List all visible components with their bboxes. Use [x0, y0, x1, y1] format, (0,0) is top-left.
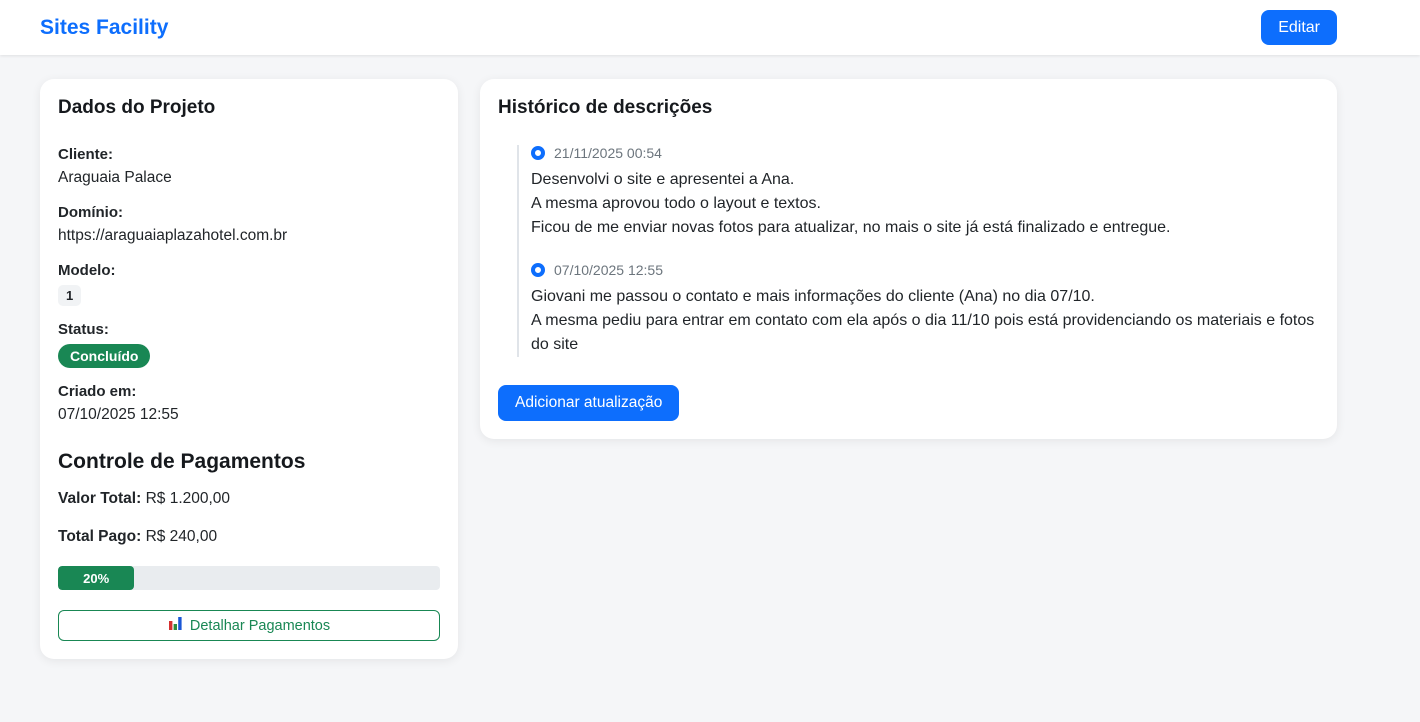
status-label: Status: — [58, 318, 440, 341]
payments-title: Controle de Pagamentos — [58, 450, 440, 474]
field-criado: Criado em: 07/10/2025 12:55 — [58, 380, 440, 426]
entry-date: 07/10/2025 12:55 — [554, 262, 663, 278]
entry-header: 21/11/2025 00:54 — [531, 145, 1319, 161]
payment-progress-bar: 20% — [58, 566, 440, 590]
total-pago-line: Total Pago: R$ 240,00 — [58, 528, 440, 546]
history-card-title: Histórico de descrições — [498, 97, 1319, 119]
bar-chart-icon — [168, 616, 183, 635]
dominio-label: Domínio: — [58, 201, 440, 224]
timeline-entry: 21/11/2025 00:54 Desenvolvi o site e apr… — [531, 145, 1319, 240]
valor-total-line: Valor Total: R$ 1.200,00 — [58, 490, 440, 508]
valor-total-value: R$ 1.200,00 — [146, 490, 230, 507]
total-pago-label: Total Pago: — [58, 528, 141, 545]
entry-text-line: Desenvolvi o site e apresentei a Ana. — [531, 168, 1319, 192]
field-cliente: Cliente: Araguaia Palace — [58, 143, 440, 189]
project-card: Dados do Projeto Cliente: Araguaia Palac… — [40, 79, 458, 659]
app-title: Sites Facility — [40, 16, 168, 40]
project-card-title: Dados do Projeto — [58, 97, 440, 119]
add-update-button[interactable]: Adicionar atualização — [498, 385, 679, 421]
valor-total-label: Valor Total: — [58, 490, 141, 507]
modelo-label: Modelo: — [58, 259, 440, 282]
detail-payments-label: Detalhar Pagamentos — [190, 618, 330, 634]
total-pago-value: R$ 240,00 — [146, 528, 218, 545]
main-content: Dados do Projeto Cliente: Araguaia Palac… — [0, 55, 1420, 659]
entry-text-line: Ficou de me enviar novas fotos para atua… — [531, 216, 1319, 240]
field-dominio: Domínio: https://araguaiaplazahotel.com.… — [58, 201, 440, 247]
field-status: Status: Concluído — [58, 318, 440, 368]
criado-value: 07/10/2025 12:55 — [58, 403, 440, 426]
field-modelo: Modelo: 1 — [58, 259, 440, 306]
entry-text-line: A mesma aprovou todo o layout e textos. — [531, 192, 1319, 216]
history-card: Histórico de descrições 21/11/2025 00:54… — [480, 79, 1337, 439]
entry-text-line: A mesma pediu para entrar em contato com… — [531, 309, 1319, 357]
timeline-entry: 07/10/2025 12:55 Giovani me passou o con… — [531, 262, 1319, 357]
progress-fill: 20% — [58, 566, 134, 590]
timeline-marker-icon — [531, 263, 545, 277]
app-header: Sites Facility Editar — [0, 0, 1420, 55]
edit-button[interactable]: Editar — [1261, 10, 1337, 45]
cliente-value: Araguaia Palace — [58, 166, 440, 189]
entry-text-line: Giovani me passou o contato e mais infor… — [531, 285, 1319, 309]
criado-label: Criado em: — [58, 380, 440, 403]
entry-header: 07/10/2025 12:55 — [531, 262, 1319, 278]
dominio-value: https://araguaiaplazahotel.com.br — [58, 224, 440, 247]
entry-date: 21/11/2025 00:54 — [554, 145, 662, 161]
cliente-label: Cliente: — [58, 143, 440, 166]
modelo-badge: 1 — [58, 285, 81, 306]
detail-payments-button[interactable]: Detalhar Pagamentos — [58, 610, 440, 641]
history-timeline: 21/11/2025 00:54 Desenvolvi o site e apr… — [517, 145, 1319, 357]
status-badge: Concluído — [58, 344, 150, 368]
timeline-marker-icon — [531, 146, 545, 160]
